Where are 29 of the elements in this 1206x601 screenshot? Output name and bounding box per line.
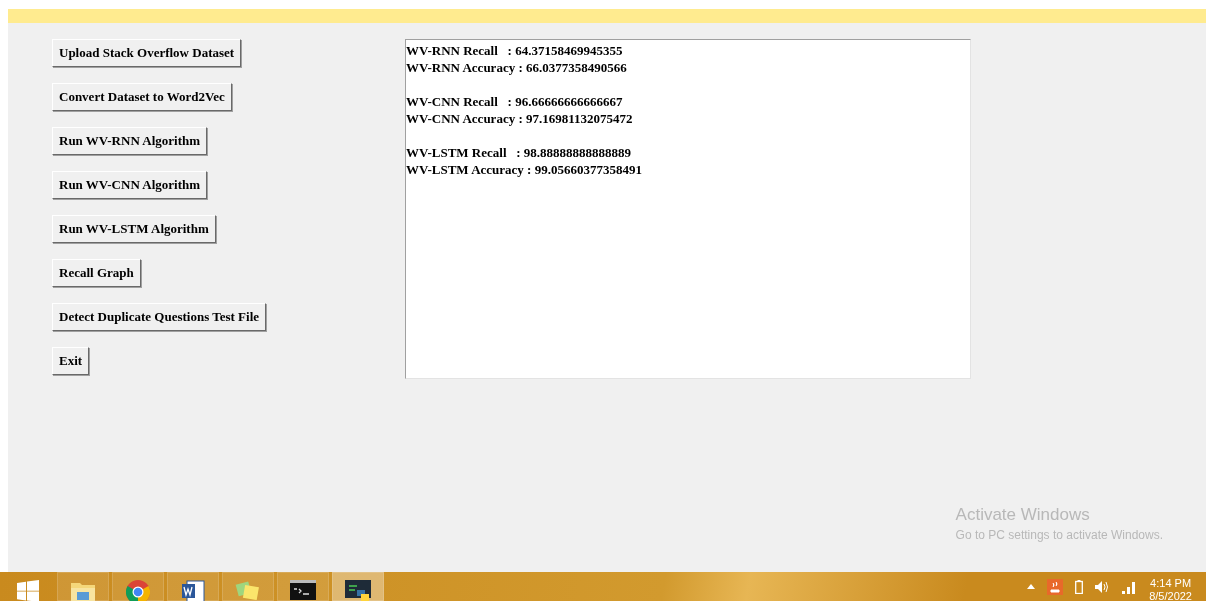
activation-title: Activate Windows: [955, 505, 1090, 525]
chrome-icon[interactable]: [126, 580, 150, 601]
result-line: WV-LSTM Accuracy : 99.05660377358491: [406, 161, 642, 178]
result-line: WV-RNN Recall : 64.37158469945355: [406, 42, 623, 59]
terminal-icon[interactable]: [290, 580, 316, 600]
folder-icon[interactable]: [70, 580, 96, 601]
taskbar-button[interactable]: [332, 572, 384, 601]
activation-message: Go to PC settings to activate Windows.: [955, 528, 1163, 542]
taskbar-button[interactable]: [277, 572, 329, 601]
result-line: WV-LSTM Recall : 98.88888888888889: [406, 144, 632, 161]
result-line: WV-CNN Recall : 96.66666666666667: [406, 93, 623, 110]
show-hidden-icons-icon[interactable]: [1027, 584, 1036, 589]
result-line: WV-CNN Accuracy : 97.16981132075472: [406, 110, 633, 127]
action-button[interactable]: Convert Dataset to Word2Vec: [52, 83, 232, 111]
result-line: WV-RNN Accuracy : 66.0377358490566: [406, 59, 627, 76]
action-button[interactable]: Recall Graph: [52, 259, 141, 287]
document-icon[interactable]: [181, 580, 205, 601]
action-button[interactable]: Detect Duplicate Questions Test File: [52, 303, 267, 331]
volume-icon[interactable]: [1095, 580, 1110, 593]
signal-icon[interactable]: [1121, 579, 1138, 594]
action-button[interactable]: Upload Stack Overflow Dataset: [52, 39, 242, 67]
action-button[interactable]: Run WV-RNN Algorithm: [52, 127, 208, 155]
sticky-notes-icon[interactable]: [235, 580, 261, 601]
battery-icon[interactable]: [1075, 579, 1084, 594]
action-button[interactable]: Exit: [52, 347, 90, 375]
action-button[interactable]: Run WV-CNN Algorithm: [52, 171, 208, 199]
taskbar-button[interactable]: [167, 572, 219, 601]
action-button[interactable]: Run WV-LSTM Algorithm: [52, 215, 216, 243]
windows-logo-icon[interactable]: [17, 580, 39, 601]
